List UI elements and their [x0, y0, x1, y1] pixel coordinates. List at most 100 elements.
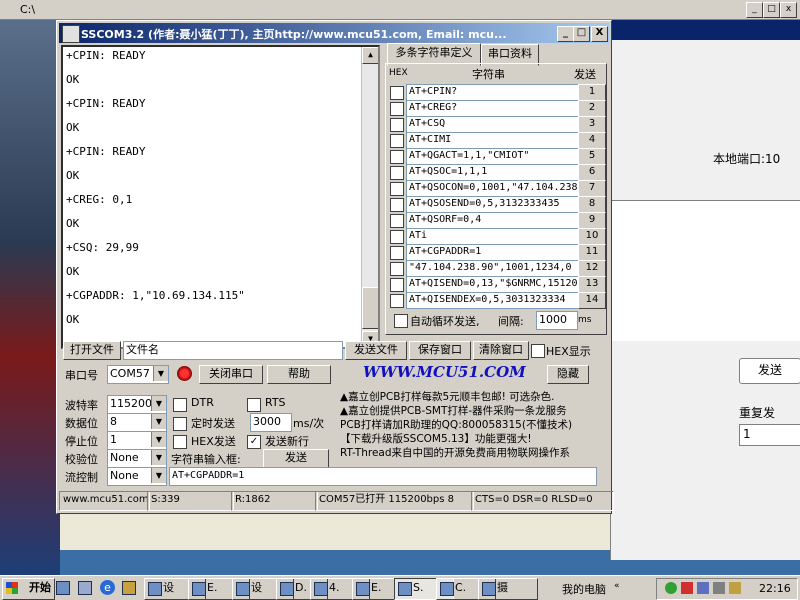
cmd-field[interactable]: AT+QSORF=0,4: [406, 212, 580, 229]
cmd-field[interactable]: ATi: [406, 228, 580, 245]
chevron-up-icon[interactable]: «: [614, 581, 620, 591]
send-row-button[interactable]: 8: [578, 196, 606, 213]
send-row-button[interactable]: 2: [578, 100, 606, 117]
chevron-down-icon[interactable]: ▼: [151, 468, 166, 483]
port-select[interactable]: COM57 ▼: [107, 365, 169, 384]
timed-send-checkbox[interactable]: [173, 417, 187, 431]
send-input[interactable]: AT+CGPADDR=1: [169, 467, 597, 486]
scroll-thumb[interactable]: [362, 287, 378, 329]
quicklaunch-mail-icon[interactable]: [78, 581, 92, 595]
info-line[interactable]: ▲嘉立创提供PCB-SMT打样-器件采购一条龙服务: [340, 403, 567, 418]
send-file-button[interactable]: 发送文件: [345, 341, 407, 360]
send-row-button[interactable]: 11: [578, 244, 606, 261]
tray-network-icon[interactable]: [665, 582, 677, 594]
explorer-maximize-button[interactable]: □: [763, 2, 780, 18]
hide-button[interactable]: 隐藏: [547, 365, 589, 384]
chevron-down-icon[interactable]: ▼: [153, 366, 168, 381]
hex-checkbox[interactable]: [390, 86, 404, 100]
stopbits-select[interactable]: 1 ▼: [107, 431, 167, 450]
clear-window-button[interactable]: 清除窗口: [473, 341, 529, 360]
send-row-button[interactable]: 5: [578, 148, 606, 165]
close-button[interactable]: X: [591, 26, 608, 42]
parity-select[interactable]: None ▼: [107, 449, 167, 468]
timed-interval-input[interactable]: 3000: [250, 413, 292, 432]
loop-send-checkbox[interactable]: [394, 314, 408, 328]
rts-checkbox[interactable]: [247, 398, 261, 412]
hex-checkbox[interactable]: [390, 294, 404, 308]
cmd-field[interactable]: AT+CGPADDR=1: [406, 244, 580, 261]
dtr-checkbox[interactable]: [173, 398, 187, 412]
repeat-input[interactable]: 1: [739, 424, 800, 446]
hex-checkbox[interactable]: [390, 278, 404, 292]
hex-checkbox[interactable]: [390, 214, 404, 228]
tray-monitor-icon[interactable]: [697, 582, 709, 594]
hex-send-checkbox[interactable]: [173, 435, 187, 449]
send-row-button[interactable]: 10: [578, 228, 606, 245]
clock[interactable]: 22:16: [759, 582, 791, 595]
chevron-down-icon[interactable]: ▼: [151, 450, 166, 465]
send-button[interactable]: 发送: [263, 449, 329, 468]
cmd-field[interactable]: AT+CREG?: [406, 100, 580, 117]
baud-select[interactable]: 115200 ▼: [107, 395, 167, 414]
help-button[interactable]: 帮助: [267, 365, 331, 384]
scroll-up-icon[interactable]: ▲: [362, 47, 378, 64]
taskbar-item[interactable]: 摄: [478, 578, 538, 600]
send-row-button[interactable]: 9: [578, 212, 606, 229]
send-row-button[interactable]: 14: [578, 292, 606, 309]
cmd-field[interactable]: AT+QSOSEND=0,5,3132333435: [406, 196, 580, 213]
hex-display-checkbox[interactable]: [531, 344, 545, 358]
hex-checkbox[interactable]: [390, 134, 404, 148]
tray-usb-icon[interactable]: [729, 582, 741, 594]
filename-field[interactable]: 文件名: [123, 341, 343, 360]
hex-checkbox[interactable]: [390, 102, 404, 116]
explorer-close-button[interactable]: x: [780, 2, 797, 18]
info-line[interactable]: ▲嘉立创PCB打样每款5元顺丰包邮! 可选杂色.: [340, 389, 555, 404]
receive-area[interactable]: +CPIN: READY OK +CPIN: READY OK +CPIN: R…: [61, 45, 380, 349]
hex-checkbox[interactable]: [390, 182, 404, 196]
cmd-field[interactable]: "47.104.238.90",1001,1234,0: [406, 260, 580, 277]
send-row-button[interactable]: 3: [578, 116, 606, 133]
tray-app-icon[interactable]: [681, 582, 693, 594]
my-computer-label[interactable]: 我的电脑: [562, 581, 606, 597]
chevron-down-icon[interactable]: ▼: [151, 396, 166, 411]
cmd-field[interactable]: AT+QSOCON=0,1001,"47.104.238: [406, 180, 580, 197]
cmd-field[interactable]: AT+QISENDEX=0,5,3031323334: [406, 292, 580, 309]
hex-checkbox[interactable]: [390, 246, 404, 260]
cmd-field[interactable]: AT+QGACT=1,1,"CMIOT": [406, 148, 580, 165]
cmd-field[interactable]: AT+QSOC=1,1,1: [406, 164, 580, 181]
send-row-button[interactable]: 6: [578, 164, 606, 181]
databits-select[interactable]: 8 ▼: [107, 413, 167, 432]
open-file-button[interactable]: 打开文件: [63, 341, 121, 360]
receive-scrollbar[interactable]: ▲ ▼: [361, 47, 378, 347]
cmd-field[interactable]: AT+CIMI: [406, 132, 580, 149]
quicklaunch-folder-icon[interactable]: [122, 581, 136, 595]
start-button[interactable]: 开始: [2, 578, 55, 600]
cmd-field[interactable]: AT+CSQ: [406, 116, 580, 133]
send-row-button[interactable]: 7: [578, 180, 606, 197]
cmd-field[interactable]: AT+CPIN?: [406, 84, 580, 101]
info-line[interactable]: RT-Thread来自中国的开源免费商用物联网操作系: [340, 445, 570, 460]
info-line[interactable]: 【下载升级版SSCOM5.13】功能更强大!: [340, 431, 532, 446]
hex-checkbox[interactable]: [390, 150, 404, 164]
quicklaunch-desktop-icon[interactable]: [56, 581, 70, 595]
hex-checkbox[interactable]: [390, 198, 404, 212]
close-port-button[interactable]: 关闭串口: [199, 365, 263, 384]
flow-select[interactable]: None ▼: [107, 467, 167, 486]
send-row-button[interactable]: 4: [578, 132, 606, 149]
background-send-button[interactable]: 发送: [739, 358, 800, 384]
save-window-button[interactable]: 保存窗口: [409, 341, 471, 360]
hex-checkbox[interactable]: [390, 166, 404, 180]
send-newline-checkbox[interactable]: ✓: [247, 435, 261, 449]
send-row-button[interactable]: 13: [578, 276, 606, 293]
tray-volume-icon[interactable]: [713, 582, 725, 594]
cmd-field[interactable]: AT+QISEND=0,13,"$GNRMC,15120: [406, 276, 580, 293]
info-line[interactable]: PCB打样请加R助理的QQ:800058315(不懂技术): [340, 417, 572, 432]
send-row-button[interactable]: 12: [578, 260, 606, 277]
hex-checkbox[interactable]: [390, 118, 404, 132]
maximize-button[interactable]: □: [573, 26, 590, 42]
chevron-down-icon[interactable]: ▼: [151, 432, 166, 447]
interval-input[interactable]: 1000: [536, 311, 578, 330]
send-row-button[interactable]: 1: [578, 84, 606, 101]
chevron-down-icon[interactable]: ▼: [151, 414, 166, 429]
minimize-button[interactable]: _: [557, 26, 574, 42]
